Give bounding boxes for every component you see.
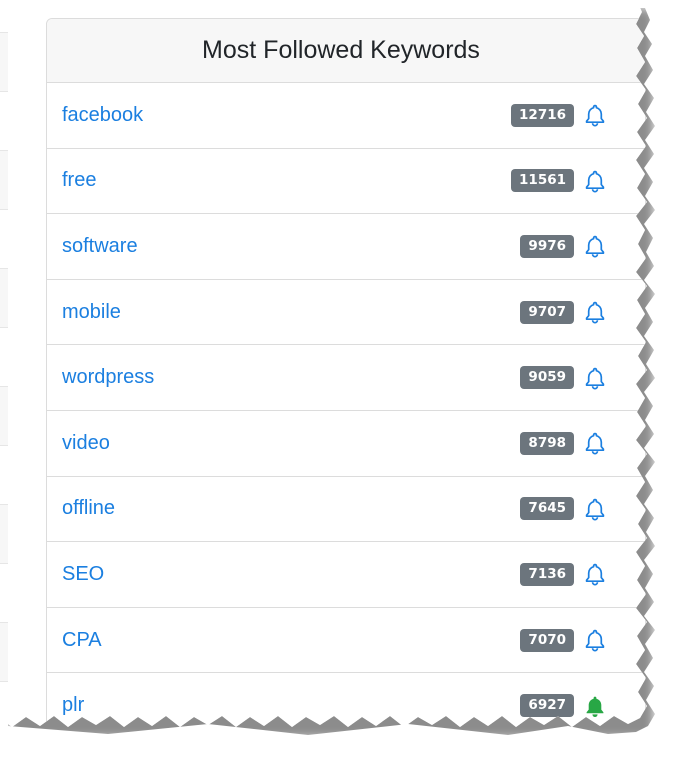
bell-icon[interactable] [583,300,607,324]
keyword-meta: 12716 [511,83,647,148]
keyword-row: offline 7645 [47,477,645,543]
keyword-row: SEO 7136 [47,542,645,608]
keyword-link[interactable]: plr [62,694,84,717]
bell-icon[interactable] [583,366,607,390]
bell-icon[interactable] [583,628,607,652]
bell-icon[interactable] [583,234,607,258]
background-stripe [0,32,8,92]
keyword-link[interactable]: SEO [62,563,104,586]
keyword-meta: 9976 [520,214,647,279]
keyword-meta: 7645 [520,477,647,542]
follower-count-badge: 11561 [511,169,574,193]
keyword-link[interactable]: video [62,432,110,455]
follower-count-badge: 7070 [520,628,574,652]
keyword-row: software 9976 [47,214,645,280]
background-stripe [0,386,8,446]
keyword-row: CPA 7070 [47,608,645,674]
keyword-link[interactable]: free [62,169,96,192]
keyword-meta: 7070 [520,608,647,673]
follower-count-badge: 8798 [520,431,574,455]
most-followed-keywords-card: Most Followed Keywords facebook 12716 free… [46,18,646,727]
background-stripe [0,622,8,682]
bell-icon[interactable] [583,562,607,586]
background-stripe [0,504,8,564]
follower-count-badge: 9707 [520,300,574,324]
keyword-meta: 9707 [520,280,647,345]
keyword-row: mobile 9707 [47,280,645,346]
keyword-meta: 8798 [520,411,647,476]
keyword-row: facebook 12716 [47,83,645,149]
keyword-meta: 7136 [520,542,647,607]
keyword-link[interactable]: facebook [62,104,143,127]
background-left-panel [0,0,46,727]
keyword-link[interactable]: software [62,235,138,258]
keyword-link[interactable]: mobile [62,301,121,324]
background-stripe [0,268,8,328]
keyword-link[interactable]: wordpress [62,366,154,389]
keyword-row: free 11561 [47,149,645,215]
keyword-row: wordpress 9059 [47,345,645,411]
follower-count-badge: 9059 [520,366,574,390]
follower-count-badge: 7136 [520,562,574,586]
keyword-row: video 8798 [47,411,645,477]
keyword-meta: 9059 [520,345,647,410]
follower-count-badge: 6927 [520,694,574,718]
keyword-list: facebook 12716 free 11561 software 9976 mobile… [47,83,645,727]
card-title: Most Followed Keywords [202,36,480,64]
bell-icon[interactable] [583,497,607,521]
card-header: Most Followed Keywords [47,19,645,83]
torn-screenshot: Most Followed Keywords facebook 12716 free… [0,0,647,727]
keyword-meta: 11561 [511,149,647,214]
follower-count-badge: 12716 [511,103,574,127]
bell-icon[interactable] [583,169,607,193]
follower-count-badge: 9976 [520,234,574,258]
screenshot-stage: Most Followed Keywords facebook 12716 free… [0,0,673,764]
follower-count-badge: 7645 [520,497,574,521]
keyword-link[interactable]: offline [62,497,115,520]
bell-icon[interactable] [583,103,607,127]
background-stripe [0,150,8,210]
keyword-link[interactable]: CPA [62,629,102,652]
bell-filled-icon[interactable] [583,694,607,718]
bell-icon[interactable] [583,431,607,455]
